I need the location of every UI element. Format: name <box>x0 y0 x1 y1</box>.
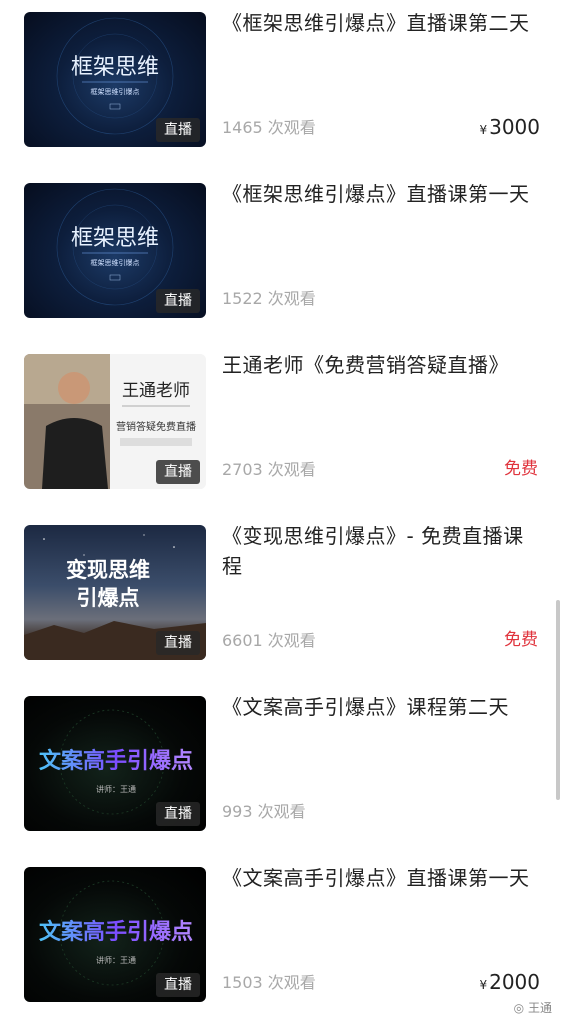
course-item[interactable]: 框架思维 框架思维引爆点 直播 《框架思维引爆点》直播课第一天 1522 次观看 <box>0 179 564 319</box>
view-count: 993 次观看 <box>222 802 306 821</box>
thumb-subtitle: 框架思维引爆点 <box>91 87 140 96</box>
thumb-title: 框架思维 <box>71 54 159 79</box>
price: ¥3000 <box>479 114 540 143</box>
view-count: 2703 次观看 <box>222 460 316 479</box>
live-badge: 直播 <box>156 802 200 826</box>
wechat-icon: ◎ <box>513 1001 525 1015</box>
price: ¥2000 <box>479 969 540 998</box>
course-item[interactable]: 变现思维 引爆点 直播 《变现思维引爆点》- 免费直播课程 6601 次观看 免… <box>0 521 564 661</box>
course-item[interactable]: 框架思维 框架思维引爆点 直播 《框架思维引爆点》直播课第二天 1465 次观看… <box>0 8 564 148</box>
thumb-subtitle: 框架思维引爆点 <box>91 258 140 267</box>
thumb-title: 框架思维 <box>71 225 159 250</box>
course-item[interactable]: 文案高手引爆点 讲师：王通 直播 《文案高手引爆点》直播课第一天 1503 次观… <box>0 863 564 1003</box>
free-label: 免费 <box>504 630 538 650</box>
price-value: 2000 <box>489 970 540 994</box>
course-title[interactable]: 《框架思维引爆点》直播课第二天 <box>222 8 544 38</box>
live-badge: 直播 <box>156 973 200 997</box>
course-thumbnail[interactable]: 王通老师 营销答疑免费直播 直播 <box>24 354 206 489</box>
course-thumbnail[interactable]: 框架思维 框架思维引爆点 直播 <box>24 12 206 147</box>
watermark: ◎ 王通 <box>514 999 552 1016</box>
course-thumbnail[interactable]: 框架思维 框架思维引爆点 直播 <box>24 183 206 318</box>
course-thumbnail[interactable]: 变现思维 引爆点 直播 <box>24 525 206 660</box>
live-badge: 直播 <box>156 631 200 655</box>
free-label: 免费 <box>504 459 538 479</box>
currency-symbol: ¥ <box>479 123 488 137</box>
thumb-subtitle: 讲师：王通 <box>96 955 136 965</box>
course-title[interactable]: 《变现思维引爆点》- 免费直播课程 <box>222 521 544 581</box>
course-title[interactable]: 《框架思维引爆点》直播课第一天 <box>222 179 544 209</box>
course-title[interactable]: 《文案高手引爆点》课程第二天 <box>222 692 544 722</box>
scrollbar[interactable] <box>556 600 560 800</box>
live-badge: 直播 <box>156 118 200 142</box>
live-badge: 直播 <box>156 289 200 313</box>
course-list: 框架思维 框架思维引爆点 直播 《框架思维引爆点》直播课第二天 1465 次观看… <box>0 0 564 1024</box>
course-title[interactable]: 《文案高手引爆点》直播课第一天 <box>222 863 544 893</box>
thumb-subtitle: 讲师：王通 <box>96 784 136 794</box>
view-count: 1522 次观看 <box>222 289 316 308</box>
watermark-text: 王通 <box>527 1001 552 1015</box>
course-thumbnail[interactable]: 文案高手引爆点 讲师：王通 直播 <box>24 696 206 831</box>
course-item[interactable]: 文案高手引爆点 讲师：王通 直播 《文案高手引爆点》课程第二天 993 次观看 <box>0 692 564 832</box>
course-title[interactable]: 王通老师《免费营销答疑直播》 <box>222 350 544 380</box>
thumb-title: 文案高手引爆点 <box>39 748 193 773</box>
view-count: 1503 次观看 <box>222 973 316 992</box>
thumb-title-line1: 变现思维 <box>66 558 150 582</box>
price-value: 3000 <box>489 115 540 139</box>
teacher-portrait <box>58 372 90 404</box>
view-count: 6601 次观看 <box>222 631 316 650</box>
thumb-title: 文案高手引爆点 <box>39 919 193 944</box>
course-item[interactable]: 王通老师 营销答疑免费直播 直播 王通老师《免费营销答疑直播》 2703 次观看… <box>0 350 564 490</box>
thumb-title-line2: 引爆点 <box>77 586 140 610</box>
view-count: 1465 次观看 <box>222 118 316 137</box>
currency-symbol: ¥ <box>479 978 488 992</box>
course-thumbnail[interactable]: 文案高手引爆点 讲师：王通 直播 <box>24 867 206 1002</box>
thumb-title: 王通老师 <box>122 381 190 400</box>
live-badge: 直播 <box>156 460 200 484</box>
thumb-subtitle: 营销答疑免费直播 <box>116 420 196 433</box>
